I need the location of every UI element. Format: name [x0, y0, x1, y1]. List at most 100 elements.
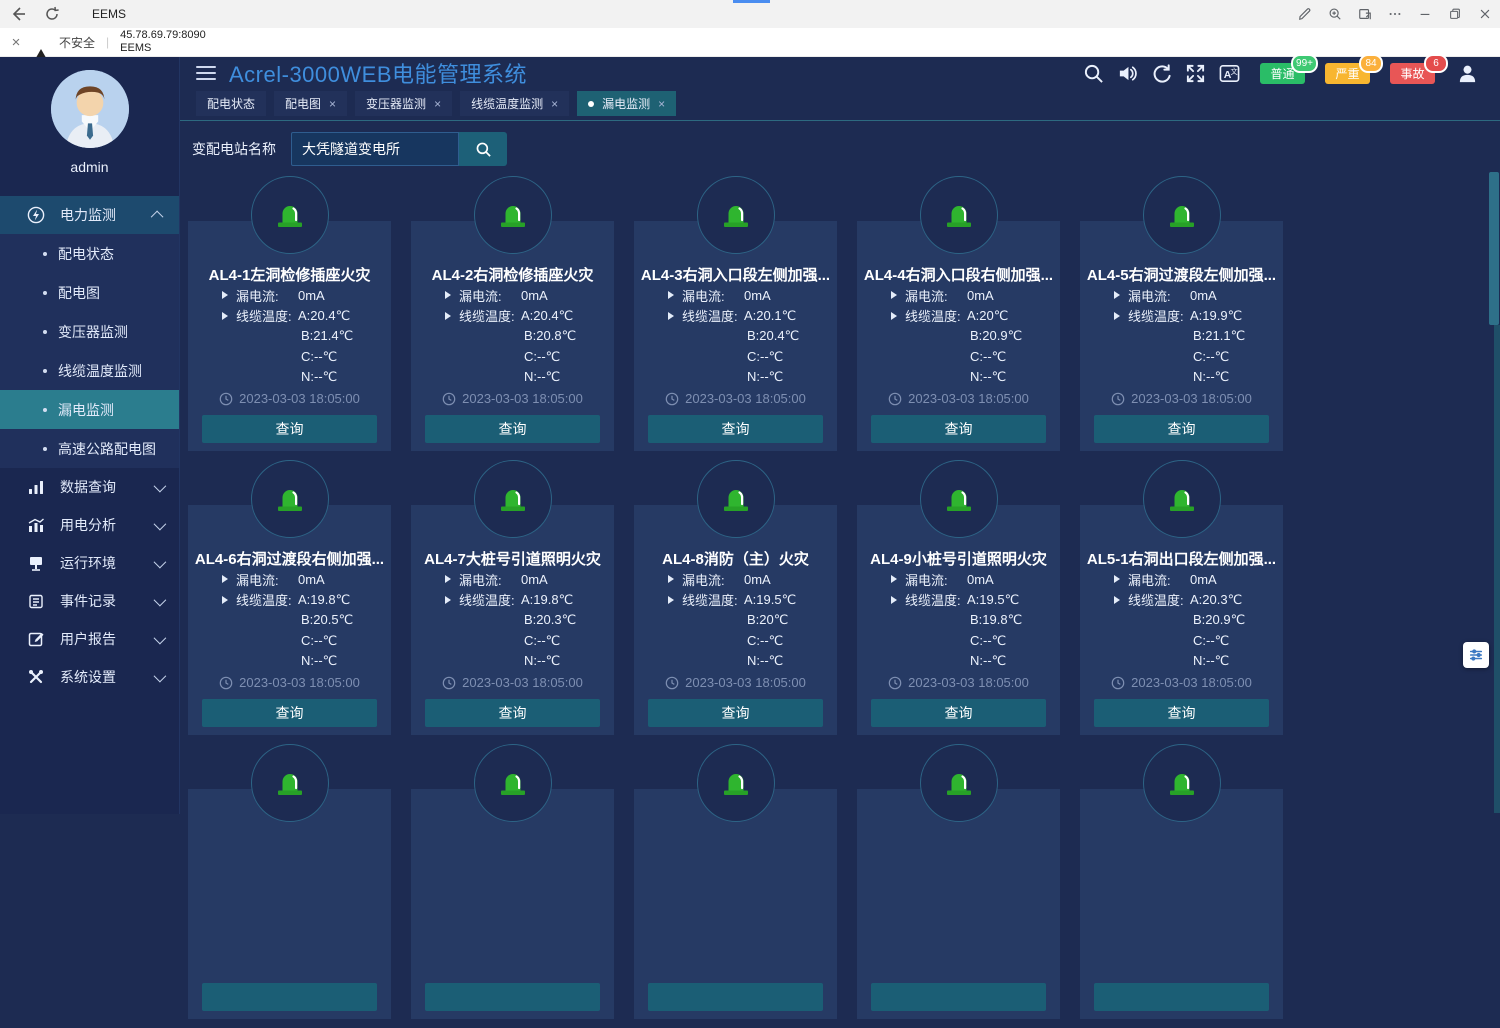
alarm-badge[interactable]: 严重84	[1325, 63, 1370, 84]
clock-icon	[888, 392, 902, 406]
back-icon[interactable]	[10, 6, 26, 22]
tab-close-icon[interactable]: ×	[551, 97, 558, 111]
device-card	[634, 789, 837, 1019]
sidebar-item-system-settings[interactable]: 系统设置	[0, 658, 179, 696]
card-row: AL4-1左洞检修插座火灾 漏电流:0mA 线缆温度:A:20.4℃ B:21.…	[188, 176, 1500, 451]
tab-cable-temperature-monitoring[interactable]: 线缆温度监测×	[460, 91, 569, 116]
query-button[interactable]: 查询	[1094, 415, 1269, 443]
close-page-icon[interactable]: ×	[8, 34, 24, 51]
alarm-light-circle	[474, 744, 552, 822]
device-card-body: AL4-6右洞过渡段右侧加强... 漏电流:0mA 线缆温度:A:19.8℃ B…	[188, 505, 391, 735]
search-icon[interactable]	[1083, 63, 1104, 84]
station-search-input[interactable]	[291, 132, 459, 166]
sidebar-subitem-highway-distribution-diagram[interactable]: 高速公路配电图	[0, 429, 179, 468]
browser-title-bar: EEMS	[0, 0, 1500, 28]
main-area: Acrel-3000WEB电能管理系统 A文 普通99+严重84事故6	[180, 57, 1500, 814]
query-button[interactable]: 查询	[871, 699, 1046, 727]
timestamp-row: 2023-03-03 18:05:00	[411, 673, 614, 693]
refresh-icon[interactable]	[44, 6, 60, 22]
caret-right-icon	[1114, 312, 1120, 320]
sidebar-subitem-leakage-monitoring[interactable]: 漏电监测	[0, 390, 179, 429]
fullscreen-icon[interactable]	[1185, 63, 1206, 84]
query-button[interactable]: 查询	[648, 415, 823, 443]
hamburger-menu-icon[interactable]	[196, 66, 216, 81]
sidebar-item-user-reports[interactable]: 用户报告	[0, 620, 179, 658]
green-indicator-light-icon	[272, 197, 308, 233]
device-card	[857, 789, 1060, 1019]
cable-temp-row	[1080, 874, 1283, 895]
cable-temp-c-row: C:--℃	[411, 631, 614, 652]
tune-settings-button[interactable]	[1463, 642, 1489, 668]
query-button[interactable]	[425, 983, 600, 1011]
query-button[interactable]	[648, 983, 823, 1011]
query-button[interactable]: 查询	[425, 699, 600, 727]
pen-icon[interactable]	[1290, 0, 1320, 28]
device-card: AL4-7大桩号引道照明火灾 漏电流:0mA 线缆温度:A:19.8℃ B:20…	[411, 505, 614, 735]
url-host-block[interactable]: 45.78.69.79:8090 EEMS	[120, 29, 206, 54]
share-window-icon[interactable]	[1350, 0, 1380, 28]
device-card-body: AL4-5右洞过渡段左侧加强... 漏电流:0mA 线缆温度:A:19.9℃ B…	[1080, 221, 1283, 451]
more-icon[interactable]	[1380, 0, 1410, 28]
query-button[interactable]	[202, 983, 377, 1011]
refresh-sync-icon[interactable]	[1151, 63, 1172, 84]
sidebar-subitem-transformer-monitoring[interactable]: 变压器监测	[0, 312, 179, 351]
query-button[interactable]: 查询	[1094, 699, 1269, 727]
tab-leakage-monitoring[interactable]: 漏电监测×	[577, 91, 676, 116]
cable-temp-c-row	[411, 915, 614, 936]
minimize-icon[interactable]	[1410, 0, 1440, 28]
sidebar-item-data-query[interactable]: 数据查询	[0, 468, 179, 506]
device-title: AL5-1右洞出口段左侧加强...	[1080, 548, 1283, 569]
avatar[interactable]	[51, 70, 129, 148]
volume-icon[interactable]	[1117, 63, 1138, 84]
tab-close-icon[interactable]: ×	[329, 97, 336, 111]
tab-close-icon[interactable]: ×	[658, 97, 665, 111]
alarm-badge[interactable]: 事故6	[1390, 63, 1435, 84]
scrollbar-thumb[interactable]	[1489, 172, 1499, 325]
restore-icon[interactable]	[1440, 0, 1470, 28]
leak-current-row: 漏电流:0mA	[188, 285, 391, 306]
translate-icon[interactable]: A文	[1219, 63, 1240, 84]
card-row: AL4-6右洞过渡段右侧加强... 漏电流:0mA 线缆温度:A:19.8℃ B…	[188, 460, 1500, 735]
cable-temp-n-row	[634, 935, 837, 956]
alarm-light-circle	[697, 460, 775, 538]
query-button[interactable]: 查询	[648, 699, 823, 727]
sidebar-item-operating-environment[interactable]: 运行环境	[0, 544, 179, 582]
sidebar-subitem-distribution-status[interactable]: 配电状态	[0, 234, 179, 273]
device-card: AL5-1右洞出口段左侧加强... 漏电流:0mA 线缆温度:A:20.3℃ B…	[1080, 505, 1283, 735]
device-card: AL4-9小桩号引道照明火灾 漏电流:0mA 线缆温度:A:19.5℃ B:19…	[857, 505, 1060, 735]
tab-close-icon[interactable]: ×	[434, 97, 441, 111]
zoom-icon[interactable]	[1320, 0, 1350, 28]
sidebar-item-power-analysis[interactable]: 用电分析	[0, 506, 179, 544]
device-card	[188, 789, 391, 1019]
query-button[interactable]: 查询	[871, 415, 1046, 443]
cable-temp-b-row: B:20.5℃	[188, 610, 391, 631]
tab-transformer-monitoring[interactable]: 变压器监测 ×	[355, 91, 452, 116]
device-card-body	[634, 789, 837, 1019]
device-title: AL4-6右洞过渡段右侧加强...	[188, 548, 391, 569]
close-icon[interactable]	[1470, 0, 1500, 28]
sidebar-subitem-distribution-diagram[interactable]: 配电图	[0, 273, 179, 312]
tab-distribution-status[interactable]: 配电状态	[196, 91, 266, 116]
sidebar-item-power-monitoring[interactable]: 电力监测	[0, 196, 179, 234]
tab-label: 变压器监测	[366, 95, 426, 112]
query-button[interactable]	[871, 983, 1046, 1011]
query-button[interactable]	[1094, 983, 1269, 1011]
tab-distribution-diagram[interactable]: 配电图×	[274, 91, 347, 116]
green-indicator-light-icon	[495, 481, 531, 517]
sidebar-item-label: 电力监测	[60, 205, 116, 225]
query-button[interactable]: 查询	[425, 415, 600, 443]
query-button[interactable]: 查询	[202, 415, 377, 443]
url-host: 45.78.69.79:8090	[120, 29, 206, 42]
sidebar-subitem-cable-temperature-monitoring[interactable]: 线缆温度监测	[0, 351, 179, 390]
cable-temp-b-row: B:19.8℃	[857, 610, 1060, 631]
caret-right-icon	[891, 291, 897, 299]
caret-right-icon	[445, 575, 451, 583]
user-icon[interactable]	[1457, 63, 1478, 84]
bullet-icon	[43, 291, 47, 295]
alarm-badge[interactable]: 普通99+	[1260, 63, 1305, 84]
station-search-button[interactable]	[459, 132, 507, 166]
caret-right-icon	[891, 575, 897, 583]
green-indicator-light-icon	[941, 481, 977, 517]
sidebar-item-event-records[interactable]: 事件记录	[0, 582, 179, 620]
query-button[interactable]: 查询	[202, 699, 377, 727]
